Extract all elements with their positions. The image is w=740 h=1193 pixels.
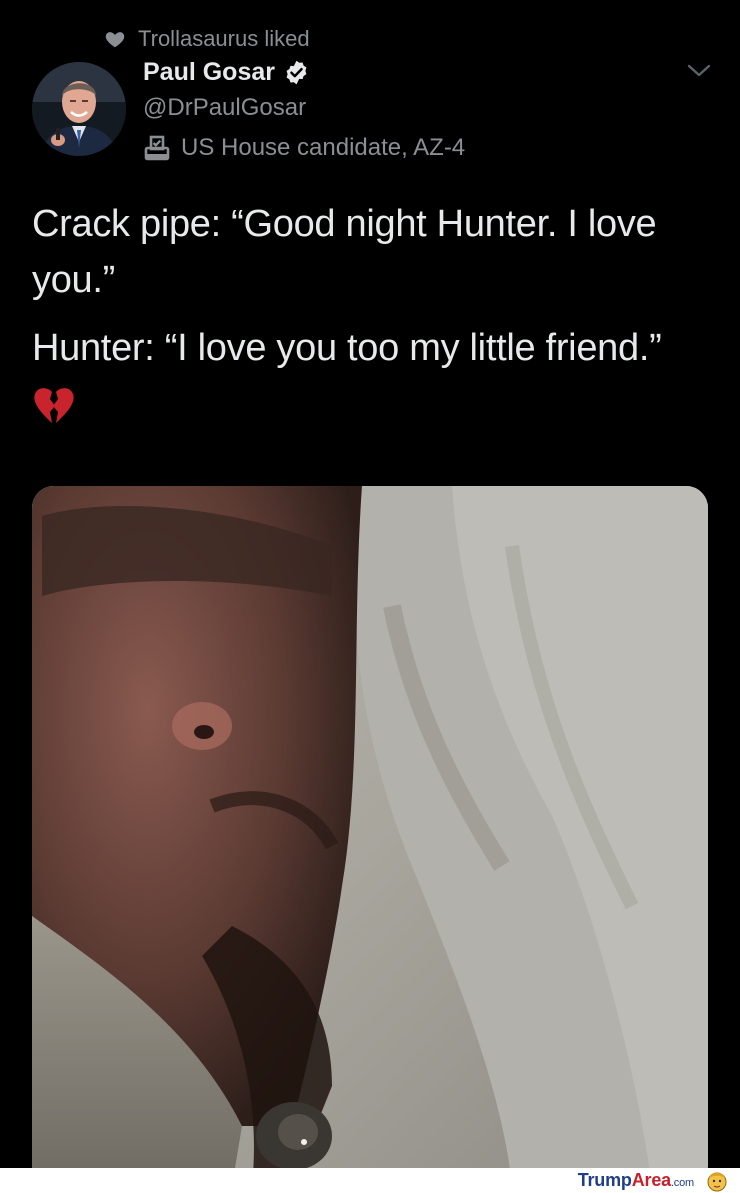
- social-context-text[interactable]: Trollasaurus liked: [138, 26, 310, 52]
- avatar[interactable]: [32, 62, 126, 156]
- tweet-line-1: Crack pipe: “Good night Hunter. I love y…: [32, 203, 657, 301]
- watermark-bar: TrumpArea.com: [0, 1168, 740, 1193]
- watermark-suffix: .com: [670, 1177, 694, 1189]
- verified-badge-icon: [286, 60, 307, 84]
- ballot-box-icon: [144, 135, 170, 161]
- watermark-text: TrumpArea.com: [578, 1170, 694, 1191]
- watermark-logo-icon: [707, 1172, 727, 1191]
- chevron-down-icon[interactable]: [686, 62, 712, 80]
- broken-heart-icon: [34, 388, 74, 423]
- tweet-card[interactable]: Trollasaurus liked Paul Gosar @DrPaulGos…: [0, 0, 740, 1168]
- handle[interactable]: @DrPaulGosar: [143, 92, 623, 124]
- watermark: TrumpArea.com: [578, 1168, 728, 1193]
- account-label: US House candidate, AZ-4: [143, 134, 623, 162]
- author-block: Paul Gosar @DrPaulGosar US House candida…: [143, 56, 623, 162]
- watermark-brand-a: Trump: [577, 1170, 632, 1190]
- tweet-text: Crack pipe: “Good night Hunter. I love y…: [32, 196, 712, 426]
- name-row: Paul Gosar: [143, 56, 623, 88]
- social-context: Trollasaurus liked: [104, 26, 310, 52]
- tweet-line-2: Hunter: “I love you too my little friend…: [32, 327, 662, 369]
- watermark-brand-b: Area: [631, 1170, 671, 1190]
- heart-icon: [105, 32, 125, 48]
- account-label-text: US House candidate, AZ-4: [181, 134, 466, 161]
- display-name[interactable]: Paul Gosar: [143, 58, 275, 87]
- tweet-photo[interactable]: [32, 486, 708, 1168]
